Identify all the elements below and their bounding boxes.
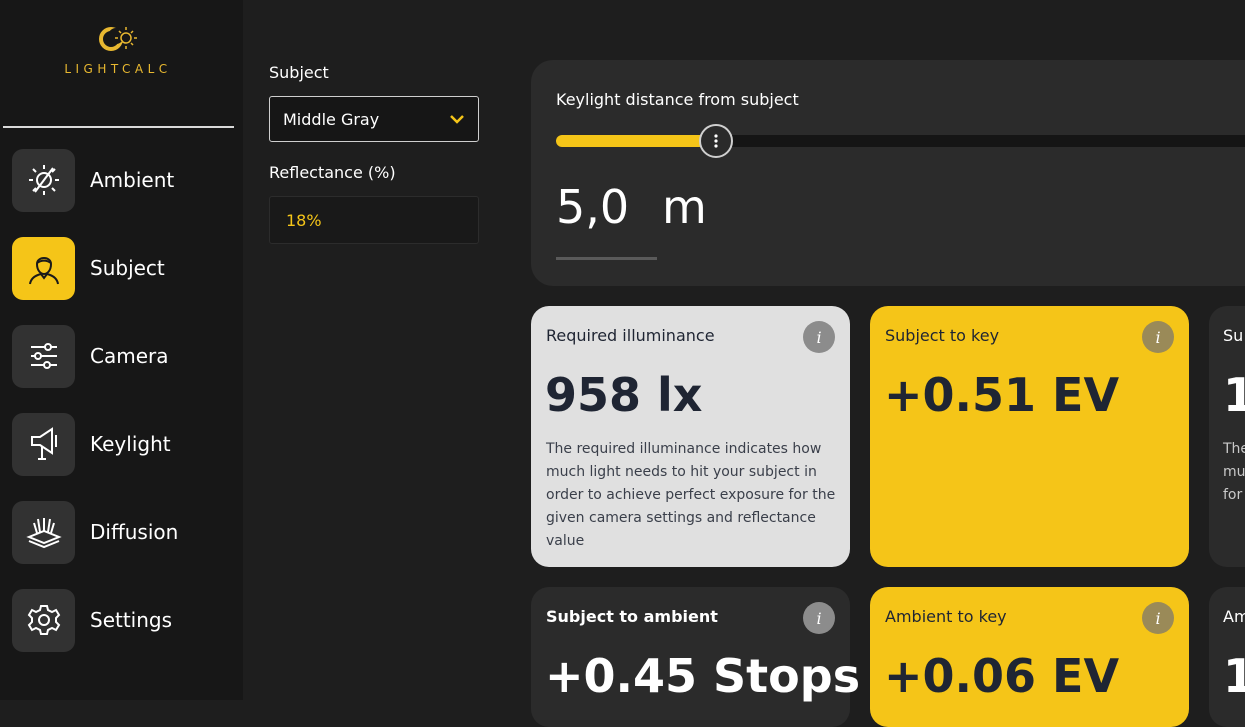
card-description: The mu for [1223,441,1245,503]
card-title: Am [1223,607,1245,626]
card-value: 1 [1223,368,1245,422]
card-title: Su [1223,326,1244,345]
app-logo: LIGHTCALC [0,22,236,76]
info-icon[interactable]: i [1142,321,1174,353]
card-subject-to-key: Subject to key i +0.51 EV [870,306,1189,567]
distance-value[interactable]: 5,0 [556,180,629,234]
slider-thumb[interactable] [699,124,733,158]
ambient-sun-slash-icon [12,148,75,212]
card-title: Subject to ambient [546,607,718,626]
keylight-distance-panel: Keylight distance from subject 5,0 m [531,60,1245,286]
card-partial-2: Am 1 [1209,587,1245,727]
distance-underline [556,257,657,260]
gear-icon [12,588,75,652]
slider-fill [556,135,716,147]
sidebar-item-subject[interactable]: Subject [12,236,234,300]
sidebar-item-settings[interactable]: Settings [12,588,234,652]
diffusion-icon [12,500,75,564]
sliders-icon [12,324,75,388]
card-value: 958 lx [545,368,703,422]
subject-select[interactable]: Middle Gray [269,96,479,142]
info-icon[interactable]: i [803,321,835,353]
sidebar-divider [3,126,234,128]
sidebar-item-label: Keylight [90,432,171,456]
vertical-dots-icon [714,134,718,148]
card-subject-to-ambient: Subject to ambient i +0.45 Stops [531,587,860,727]
card-required-illuminance: Required illuminance i 958 lx The requir… [531,306,850,567]
card-value: +0.45 Stops [545,649,861,703]
person-icon [12,236,75,300]
logo-text: LIGHTCALC [64,62,172,76]
card-ambient-to-key: Ambient to key i +0.06 EV [870,587,1189,727]
sidebar-item-label: Ambient [90,168,175,192]
info-icon[interactable]: i [803,602,835,634]
subject-label: Subject [269,63,329,82]
card-title: Ambient to key [885,607,1007,626]
info-icon[interactable]: i [1142,602,1174,634]
card-description: The required illuminance indicates how m… [546,441,836,549]
card-value: +0.06 EV [884,649,1120,703]
spotlight-icon [12,412,75,476]
sidebar-item-keylight[interactable]: Keylight [12,412,234,476]
sidebar-item-label: Subject [90,256,165,280]
reflectance-value: 18% [286,210,322,230]
card-partial-1: Su 1 The mu for [1209,306,1245,567]
distance-title: Keylight distance from subject [556,90,799,109]
sidebar-item-diffusion[interactable]: Diffusion [12,500,234,564]
subject-select-value: Middle Gray [283,109,380,129]
chevron-down-icon [450,115,464,124]
reflectance-input[interactable]: 18% [269,196,479,244]
reflectance-label: Reflectance (%) [269,163,396,182]
distance-slider[interactable] [556,124,1245,158]
card-value: 1 [1223,649,1245,703]
sidebar-item-label: Camera [90,344,169,368]
card-title: Required illuminance [546,326,715,345]
sidebar-item-label: Settings [90,608,173,632]
sidebar-item-ambient[interactable]: Ambient [12,148,234,212]
sidebar-item-label: Diffusion [90,520,179,544]
logo-sun-moon-icon [99,27,137,51]
distance-unit: m [662,180,707,234]
card-title: Subject to key [885,326,1000,345]
sidebar-item-camera[interactable]: Camera [12,324,234,388]
sidebar: LIGHTCALC Ambient Subject Camera Keyligh… [0,0,243,700]
card-value: +0.51 EV [884,368,1120,422]
